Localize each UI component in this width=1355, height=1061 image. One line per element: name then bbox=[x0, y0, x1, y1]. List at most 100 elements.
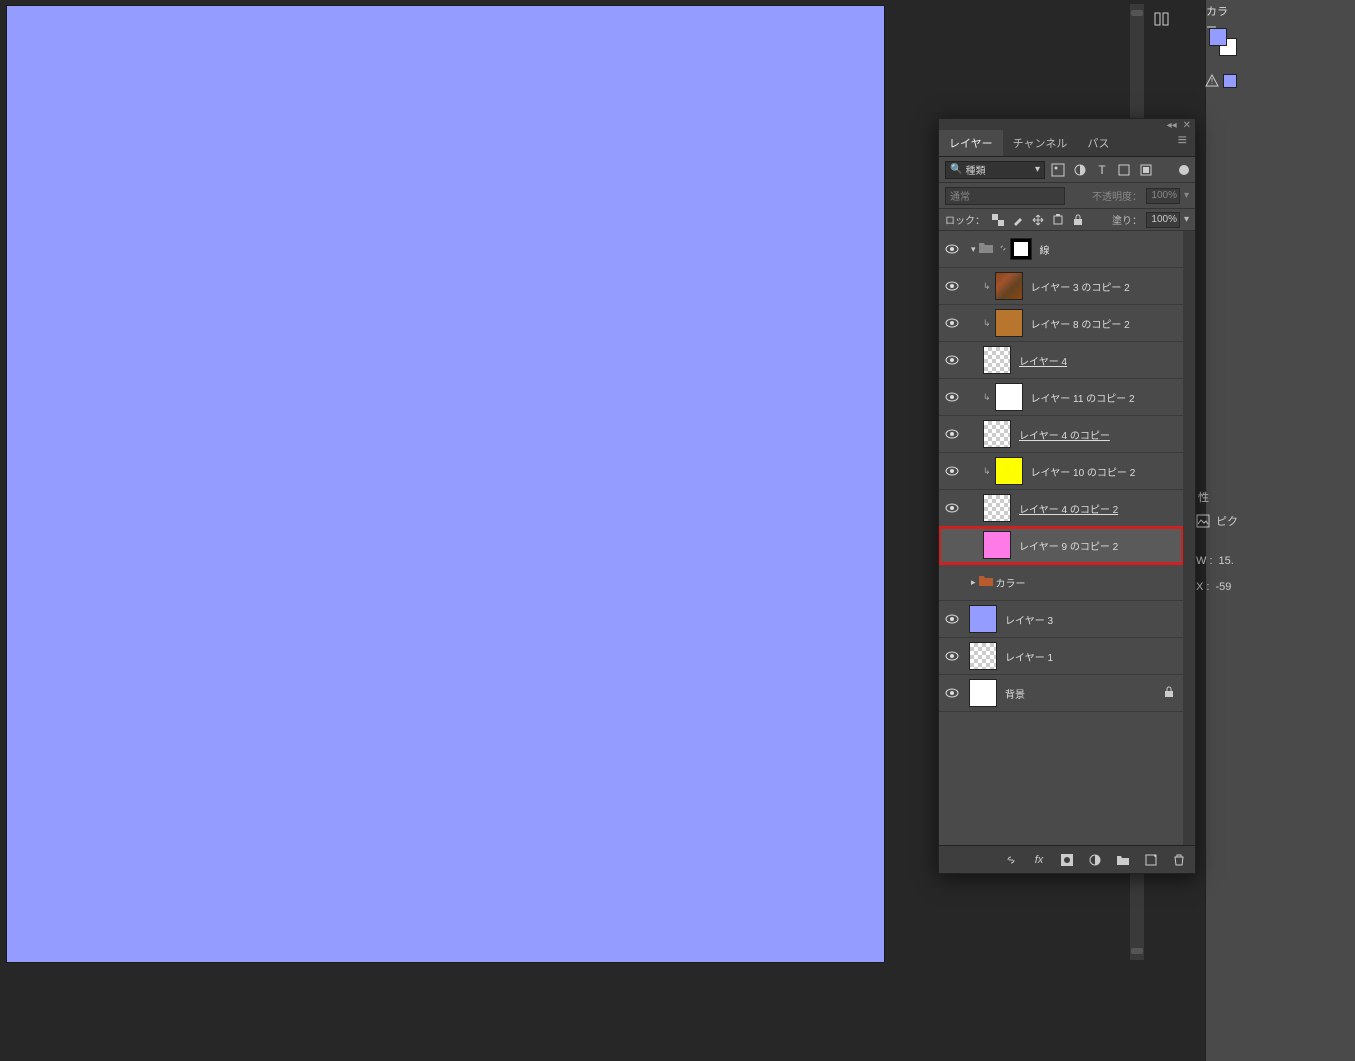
lock-position-icon[interactable] bbox=[1031, 213, 1045, 227]
filter-smart-icon[interactable] bbox=[1137, 161, 1155, 179]
properties-tab[interactable]: 性 bbox=[1192, 485, 1355, 509]
expand-icon[interactable]: ▸ bbox=[971, 577, 976, 588]
visibility-toggle[interactable] bbox=[939, 501, 965, 515]
layer-name[interactable]: レイヤー 3 bbox=[1005, 612, 1053, 627]
layer-name[interactable]: レイヤー 3 のコピー 2 bbox=[1031, 279, 1130, 294]
visibility-toggle[interactable] bbox=[939, 612, 965, 626]
new-adjustment-icon[interactable] bbox=[1087, 852, 1103, 868]
visibility-toggle[interactable] bbox=[939, 390, 965, 404]
tab-channels[interactable]: チャンネル bbox=[1003, 130, 1078, 156]
layer-row[interactable]: レイヤー 4 のコピー bbox=[939, 416, 1183, 453]
chevron-down-icon[interactable]: ▾ bbox=[1184, 214, 1189, 225]
layer-thumbnail[interactable] bbox=[983, 420, 1011, 448]
panel-tabs: レイヤー チャンネル パス ≡ bbox=[939, 131, 1195, 157]
layer-thumbnail[interactable] bbox=[969, 679, 997, 707]
fill-label: 塗り： bbox=[1112, 212, 1142, 227]
filter-adjustment-icon[interactable] bbox=[1071, 161, 1089, 179]
filter-shape-icon[interactable] bbox=[1115, 161, 1133, 179]
blend-row: 通常 不透明度： ▾ bbox=[939, 183, 1195, 209]
layer-row[interactable]: レイヤー 3 bbox=[939, 601, 1183, 638]
filter-toggle[interactable] bbox=[1179, 165, 1189, 175]
layer-row[interactable]: レイヤー 4 bbox=[939, 342, 1183, 379]
new-group-icon[interactable] bbox=[1115, 852, 1131, 868]
width-label: W : bbox=[1196, 555, 1213, 567]
layer-row[interactable]: ▸ カラー bbox=[939, 564, 1183, 601]
clip-indicator-icon: ↳ bbox=[983, 466, 991, 477]
layer-name[interactable]: 線 bbox=[1040, 242, 1050, 257]
layer-row[interactable]: レイヤー 1 bbox=[939, 638, 1183, 675]
expand-icon[interactable]: ▾ bbox=[971, 244, 976, 255]
layer-thumbnail[interactable] bbox=[983, 346, 1011, 374]
scroll-up-icon[interactable] bbox=[1131, 10, 1143, 16]
layer-thumbnail[interactable] bbox=[983, 531, 1011, 559]
layer-name[interactable]: レイヤー 9 のコピー 2 bbox=[1019, 538, 1118, 553]
lock-all-icon[interactable] bbox=[1071, 213, 1085, 227]
scroll-down-icon[interactable] bbox=[1131, 948, 1143, 954]
layer-name[interactable]: カラー bbox=[996, 575, 1026, 590]
lock-icon[interactable] bbox=[1163, 686, 1175, 701]
new-layer-icon[interactable] bbox=[1143, 852, 1159, 868]
layer-row[interactable]: ↳ レイヤー 8 のコピー 2 bbox=[939, 305, 1183, 342]
link-layers-icon[interactable] bbox=[1003, 852, 1019, 868]
visibility-toggle[interactable] bbox=[939, 649, 965, 663]
visibility-toggle[interactable] bbox=[939, 427, 965, 441]
layer-name[interactable]: レイヤー 4 のコピー bbox=[1019, 427, 1110, 442]
clip-indicator-icon: ↳ bbox=[983, 318, 991, 329]
layer-row[interactable]: 背景 bbox=[939, 675, 1183, 712]
visibility-toggle[interactable] bbox=[939, 464, 965, 478]
layer-name[interactable]: 背景 bbox=[1005, 686, 1025, 701]
layer-thumbnail[interactable] bbox=[995, 383, 1023, 411]
layer-fx-icon[interactable]: fx bbox=[1031, 852, 1047, 868]
layer-row[interactable]: ↳レイヤー 11 のコピー 2 bbox=[939, 379, 1183, 416]
layer-thumbnail[interactable] bbox=[995, 309, 1023, 337]
layer-row[interactable]: ▾線 bbox=[939, 231, 1183, 268]
lock-artboard-icon[interactable] bbox=[1051, 213, 1065, 227]
visibility-toggle[interactable] bbox=[939, 279, 965, 293]
visibility-toggle[interactable] bbox=[939, 686, 965, 700]
layer-name[interactable]: レイヤー 10 のコピー 2 bbox=[1031, 464, 1136, 479]
dock-collapse-icon[interactable] bbox=[1148, 4, 1178, 34]
filter-pixel-icon[interactable] bbox=[1049, 161, 1067, 179]
layer-row[interactable]: ↳ レイヤー 10 のコピー 2 bbox=[939, 453, 1183, 490]
panel-menu-icon[interactable]: ≡ bbox=[1170, 126, 1195, 156]
canvas[interactable] bbox=[6, 5, 885, 963]
warning-icon[interactable]: ! bbox=[1205, 74, 1219, 88]
tab-paths[interactable]: パス bbox=[1077, 130, 1119, 156]
layer-name[interactable]: レイヤー 11 のコピー 2 bbox=[1031, 390, 1135, 405]
layer-row[interactable]: レイヤー 9 のコピー 2 bbox=[939, 527, 1183, 564]
layer-name[interactable]: レイヤー 4 bbox=[1019, 353, 1067, 368]
layer-thumbnail[interactable] bbox=[969, 605, 997, 633]
layer-thumbnail[interactable] bbox=[995, 272, 1023, 300]
layer-thumbnail[interactable] bbox=[969, 642, 997, 670]
filter-type-icon[interactable]: T bbox=[1093, 161, 1111, 179]
add-mask-icon[interactable] bbox=[1059, 852, 1075, 868]
layer-thumbnail[interactable] bbox=[995, 457, 1023, 485]
delete-layer-icon[interactable] bbox=[1171, 852, 1187, 868]
visibility-toggle[interactable] bbox=[939, 242, 965, 256]
lock-transparency-icon[interactable] bbox=[991, 213, 1005, 227]
color-warning-row: ! bbox=[1205, 74, 1237, 88]
foreground-color-swatch[interactable] bbox=[1209, 28, 1227, 46]
web-safe-color-icon[interactable] bbox=[1223, 74, 1237, 88]
tab-layers[interactable]: レイヤー bbox=[939, 130, 1003, 156]
visibility-toggle[interactable] bbox=[939, 316, 965, 330]
blend-mode-select[interactable]: 通常 bbox=[945, 187, 1065, 205]
layer-name[interactable]: レイヤー 4 のコピー 2 bbox=[1019, 501, 1118, 516]
layer-list-scrollbar[interactable] bbox=[1183, 231, 1195, 845]
properties-panel: 性 ピク W : 15. X : -59 bbox=[1192, 485, 1355, 605]
layer-filter-select[interactable]: 🔍 種類 ▾ bbox=[945, 161, 1045, 179]
mask-thumbnail[interactable] bbox=[1010, 238, 1032, 260]
color-swatches[interactable] bbox=[1209, 28, 1239, 58]
layer-row[interactable]: ↳レイヤー 3 のコピー 2 bbox=[939, 268, 1183, 305]
fill-input[interactable] bbox=[1146, 212, 1180, 228]
layer-row[interactable]: レイヤー 4 のコピー 2 bbox=[939, 490, 1183, 527]
layer-name[interactable]: レイヤー 1 bbox=[1005, 649, 1053, 664]
chevron-down-icon[interactable]: ▾ bbox=[1184, 190, 1189, 201]
opacity-input[interactable] bbox=[1146, 188, 1180, 204]
visibility-toggle[interactable] bbox=[939, 353, 965, 367]
search-icon: 🔍 bbox=[950, 164, 962, 175]
layer-thumbnail[interactable] bbox=[983, 494, 1011, 522]
layer-name[interactable]: レイヤー 8 のコピー 2 bbox=[1031, 316, 1130, 331]
lock-paint-icon[interactable] bbox=[1011, 213, 1025, 227]
link-icon[interactable] bbox=[998, 243, 1008, 256]
